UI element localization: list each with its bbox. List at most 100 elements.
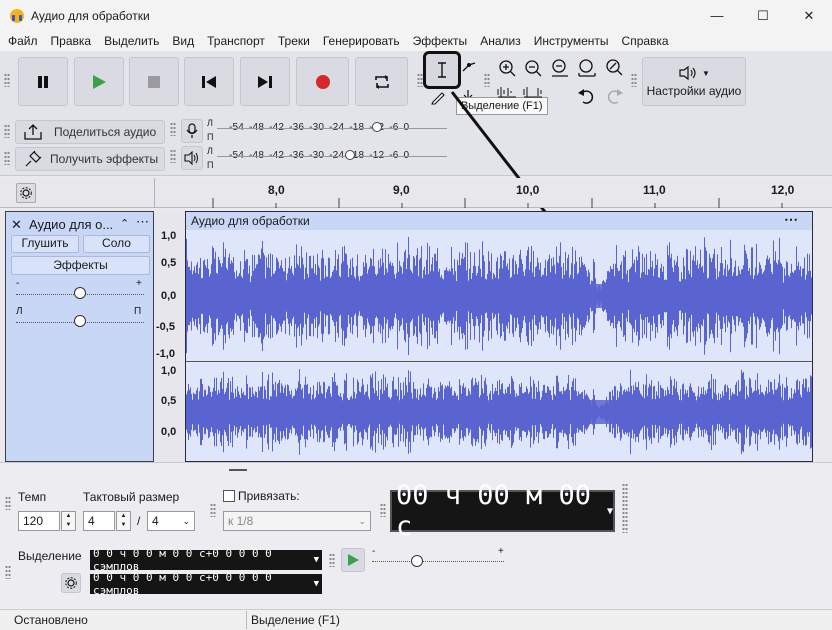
- collapse-track-icon[interactable]: ⌃: [120, 217, 129, 230]
- speed-slider-knob[interactable]: [411, 555, 423, 567]
- pan-slider-knob[interactable]: [74, 315, 86, 327]
- playback-level-knob[interactable]: [345, 150, 355, 160]
- toolbar-grip[interactable]: [4, 73, 10, 87]
- draw-tool-button[interactable]: [430, 89, 446, 105]
- waveform-channel-left[interactable]: [186, 230, 812, 362]
- skip-end-button[interactable]: [240, 57, 290, 106]
- clip-name[interactable]: Аудио для обработки: [191, 214, 310, 228]
- toolbar-grip[interactable]: [5, 496, 11, 510]
- menu-tools[interactable]: Инструменты: [534, 34, 609, 48]
- gain-slider-knob[interactable]: [74, 287, 86, 299]
- share-audio-button[interactable]: Поделиться аудио: [15, 120, 165, 144]
- clip-header[interactable]: Аудио для обработки ⋯: [186, 211, 812, 230]
- toolbar-grip[interactable]: [484, 73, 490, 87]
- timeline-settings-button[interactable]: [16, 183, 36, 203]
- maximize-button[interactable]: ☐: [740, 0, 786, 31]
- up-icon[interactable]: ▲: [62, 512, 75, 521]
- toolbar-grip[interactable]: [631, 73, 637, 87]
- waveform-channel-right[interactable]: [186, 363, 812, 461]
- time-sig-numerator[interactable]: 4: [83, 511, 115, 531]
- menu-transport[interactable]: Транспорт: [207, 34, 265, 48]
- toolbar-grip[interactable]: [170, 149, 176, 163]
- audio-settings-button[interactable]: ▼ Настройки аудио: [642, 57, 746, 106]
- zoom-out-button[interactable]: [522, 57, 544, 79]
- toolbar-grip[interactable]: [210, 503, 216, 517]
- snap-checkbox[interactable]: [223, 490, 235, 502]
- trim-button[interactable]: [496, 85, 518, 99]
- speed-slider-track: [372, 561, 504, 562]
- clip-menu-icon[interactable]: ⋯: [784, 211, 798, 228]
- play-button[interactable]: [74, 57, 124, 106]
- down-icon[interactable]: ▼: [62, 521, 75, 530]
- loop-button[interactable]: [355, 57, 408, 106]
- record-button[interactable]: [296, 57, 349, 106]
- play-at-speed-button[interactable]: [341, 548, 365, 572]
- time-display-value: 00 ч 00 м 00 с: [396, 480, 592, 542]
- snap-select[interactable]: к 1/8 ⌄: [223, 511, 371, 531]
- toolbar-grip[interactable]: [380, 503, 386, 517]
- menu-select[interactable]: Выделить: [104, 34, 159, 48]
- get-effects-label: Получить эффекты: [50, 152, 159, 166]
- menu-effects[interactable]: Эффекты: [413, 34, 468, 48]
- toolbar-grip[interactable]: [5, 565, 11, 579]
- time-sig-denominator[interactable]: 4 ⌄: [147, 511, 195, 531]
- stop-icon: [148, 75, 160, 88]
- close-button[interactable]: ✕: [786, 0, 832, 31]
- status-divider: [246, 611, 247, 629]
- skip-start-button[interactable]: [184, 57, 234, 106]
- close-track-icon[interactable]: ✕: [11, 217, 22, 233]
- track-control-panel[interactable]: ✕ Аудио для о... ⌃ ⋯ Глушить Соло Эффект…: [5, 211, 154, 462]
- zoom-out-icon: [525, 60, 542, 77]
- waveform-left: [186, 237, 812, 355]
- mute-button[interactable]: Глушить: [11, 235, 79, 253]
- gear-icon: [20, 187, 32, 199]
- playback-meter-button[interactable]: [181, 146, 203, 170]
- redo-button[interactable]: [603, 85, 625, 107]
- timeline-ruler[interactable]: 8,0 9,0 10,0 11,0 12,0: [0, 178, 832, 208]
- speed-minus-label: -: [372, 546, 376, 557]
- menu-help[interactable]: Справка: [622, 34, 669, 48]
- down-icon[interactable]: ▼: [117, 521, 130, 530]
- tempo-stepper[interactable]: ▲ ▼: [61, 511, 76, 531]
- scale-label: 1,0: [161, 230, 177, 242]
- pause-button[interactable]: [18, 57, 68, 106]
- undo-button[interactable]: [576, 85, 598, 107]
- gain-plus-label: +: [136, 278, 142, 289]
- menu-analyze[interactable]: Анализ: [480, 34, 521, 48]
- track-name[interactable]: Аудио для о...: [29, 217, 113, 232]
- selection-tool-button[interactable]: [423, 51, 461, 89]
- minimize-button[interactable]: —: [694, 0, 740, 31]
- selection-start-field[interactable]: 0 0 ч 0 0 м 0 0 с+0 0 0 0 0 сэмплов ▼: [90, 547, 322, 573]
- stop-button[interactable]: [129, 57, 179, 106]
- toolbar-grip[interactable]: [622, 483, 628, 533]
- toolbar-grip[interactable]: [4, 151, 10, 165]
- menu-generate[interactable]: Генерировать: [323, 34, 400, 48]
- silence-button[interactable]: [522, 85, 544, 99]
- fit-selection-button[interactable]: [549, 57, 571, 79]
- audio-clip[interactable]: Аудио для обработки ⋯: [185, 211, 813, 462]
- envelope-tool-button[interactable]: [461, 59, 477, 73]
- solo-button[interactable]: Соло: [83, 235, 150, 253]
- toolbar-grip[interactable]: [170, 122, 176, 136]
- selection-settings-button[interactable]: [61, 573, 81, 593]
- zoom-in-button[interactable]: [496, 57, 518, 79]
- resize-handle[interactable]: [229, 469, 247, 471]
- fit-project-button[interactable]: [576, 57, 598, 79]
- record-level-knob[interactable]: [372, 122, 382, 132]
- zoom-toggle-button[interactable]: [603, 57, 625, 79]
- menu-edit[interactable]: Правка: [51, 34, 92, 48]
- numerator-stepper[interactable]: ▲ ▼: [116, 511, 131, 531]
- up-icon[interactable]: ▲: [117, 512, 130, 521]
- toolbar-grip[interactable]: [4, 124, 10, 138]
- menu-file[interactable]: Файл: [8, 34, 38, 48]
- track-menu-icon[interactable]: ⋯: [136, 214, 149, 230]
- menu-view[interactable]: Вид: [172, 34, 194, 48]
- get-effects-button[interactable]: Получить эффекты: [15, 147, 165, 171]
- track-effects-button[interactable]: Эффекты: [11, 256, 150, 275]
- toolbar-grip[interactable]: [329, 553, 335, 567]
- time-display[interactable]: 00 ч 00 м 00 с ▼: [390, 480, 615, 542]
- tempo-input[interactable]: 120: [18, 511, 60, 531]
- menu-tracks[interactable]: Треки: [278, 34, 310, 48]
- record-meter-button[interactable]: [181, 119, 203, 143]
- selection-end-field[interactable]: 0 0 ч 0 0 м 0 0 с+0 0 0 0 0 сэмплов ▼: [90, 571, 322, 597]
